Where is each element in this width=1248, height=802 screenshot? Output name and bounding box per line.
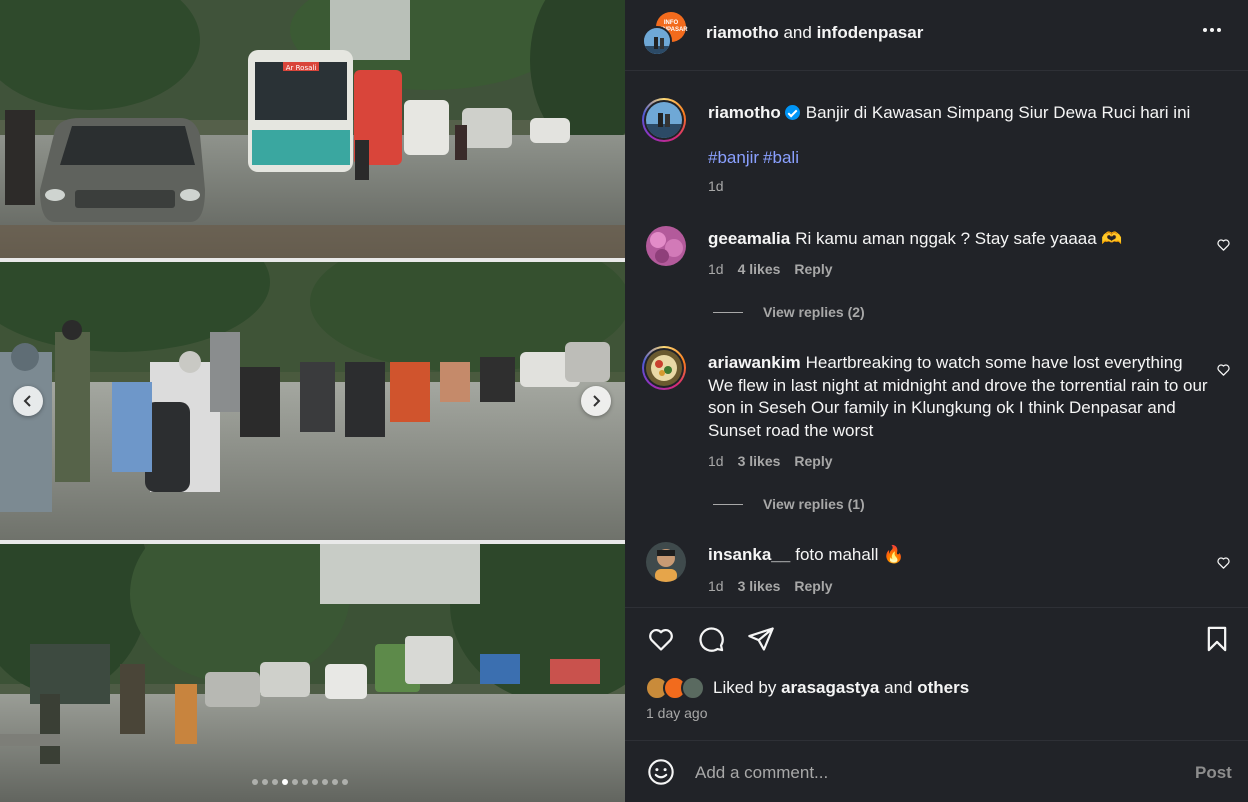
comment-time: 1d xyxy=(708,261,724,277)
flood-photo-2 xyxy=(0,262,625,540)
view-replies-label: View replies (1) xyxy=(763,496,865,512)
comment-meta: 1d 3 likes Reply xyxy=(708,578,833,594)
commenter-avatar[interactable] xyxy=(642,346,686,390)
share-icon[interactable] xyxy=(747,625,775,653)
comment-time: 1d xyxy=(708,453,724,469)
comment-likes-count[interactable]: 4 likes xyxy=(738,261,781,277)
comment-text: geeamalia Ri kamu aman nggak ? Stay safe … xyxy=(708,228,1208,251)
liked-by-text: Liked by arasagastya and others xyxy=(713,678,969,698)
view-replies-label: View replies (2) xyxy=(763,304,865,320)
hashtag-link[interactable]: #bali xyxy=(763,148,799,167)
comment-username[interactable]: geeamalia xyxy=(708,229,790,248)
flood-photo-3 xyxy=(0,544,625,802)
carousel-dot[interactable] xyxy=(272,779,278,785)
view-replies-button[interactable]: View replies (1) xyxy=(713,496,865,512)
view-replies-button[interactable]: View replies (2) xyxy=(713,304,865,320)
comment-reply-button[interactable]: Reply xyxy=(794,261,832,277)
chevron-left-icon xyxy=(23,395,31,407)
post-header: INFO DENPASAR riamotho and infodenpasar xyxy=(625,0,1248,68)
comment-meta: 1d 4 likes Reply xyxy=(708,261,833,277)
post-details-panel: INFO DENPASAR riamotho and infodenpasar xyxy=(625,0,1248,802)
commenter-avatar[interactable] xyxy=(646,226,686,266)
liked-by-prefix: Liked by xyxy=(713,678,777,697)
chevron-right-icon xyxy=(593,395,601,407)
riamotho-avatar[interactable] xyxy=(642,26,672,56)
commenter-avatar[interactable] xyxy=(646,542,686,582)
comments-scroll-area[interactable]: riamotho Banjir di Kawasan Simpang Siur D… xyxy=(625,71,1248,607)
liked-by-username[interactable]: arasagastya xyxy=(781,678,879,697)
comment-meta: 1d 3 likes Reply xyxy=(708,453,833,469)
comment-like-heart-icon[interactable] xyxy=(1216,362,1231,377)
carousel-dot[interactable] xyxy=(292,779,298,785)
carousel-dot[interactable] xyxy=(312,779,318,785)
comment-reply-button[interactable]: Reply xyxy=(794,453,832,469)
post-timestamp[interactable]: 1 day ago xyxy=(646,705,708,721)
carousel-dot[interactable] xyxy=(332,779,338,785)
replies-line xyxy=(713,503,743,505)
avatar xyxy=(681,676,705,700)
caption-text: riamotho Banjir di Kawasan Simpang Siur D… xyxy=(708,102,1208,125)
caption-username[interactable]: riamotho xyxy=(708,103,781,122)
liked-by-row: Liked by arasagastya and others xyxy=(645,676,969,700)
comment-likes-count[interactable]: 3 likes xyxy=(738,453,781,469)
carousel-dot[interactable] xyxy=(302,779,308,785)
comment-username[interactable]: insanka__ xyxy=(708,545,790,564)
author-username-infodenpasar[interactable]: infodenpasar xyxy=(817,23,924,42)
caption-time: 1d xyxy=(708,178,724,194)
hashtag-link[interactable]: #banjir xyxy=(708,148,759,167)
caption-meta: 1d xyxy=(708,178,724,194)
comment-username[interactable]: ariawankim xyxy=(708,353,801,372)
liked-by-avatars[interactable] xyxy=(645,676,711,700)
post-media-carousel[interactable]: Ar Rosali xyxy=(0,0,625,802)
post-authors: riamotho and infodenpasar xyxy=(706,23,923,43)
caption-body: Banjir di Kawasan Simpang Siur Dewa Ruci… xyxy=(805,103,1191,122)
more-horizontal-icon xyxy=(1203,28,1207,32)
comment-time: 1d xyxy=(708,578,724,594)
caption-hashtags: #banjir #bali xyxy=(708,148,803,168)
carousel-next-button[interactable] xyxy=(581,386,611,416)
authors-conjunction: and xyxy=(783,23,812,42)
author-username-riamotho[interactable]: riamotho xyxy=(706,23,779,42)
heart-icon[interactable] xyxy=(647,625,675,653)
actions-divider xyxy=(625,607,1248,608)
replies-line xyxy=(713,311,743,313)
comment-likes-count[interactable]: 3 likes xyxy=(738,578,781,594)
comment-like-heart-icon[interactable] xyxy=(1216,237,1231,252)
carousel-dot[interactable] xyxy=(342,779,348,785)
bus-sign-text: Ar Rosali xyxy=(286,64,317,72)
comment-text: ariawankim Heartbreaking to watch some ha… xyxy=(708,352,1208,442)
more-options-button[interactable] xyxy=(1203,28,1221,32)
more-horizontal-icon xyxy=(1217,28,1221,32)
comment-like-heart-icon[interactable] xyxy=(1216,555,1231,570)
carousel-dot[interactable] xyxy=(282,779,288,785)
collab-avatars[interactable]: INFO DENPASAR xyxy=(642,12,688,56)
caption-avatar[interactable] xyxy=(642,98,686,142)
carousel-dot[interactable] xyxy=(252,779,258,785)
carousel-prev-button[interactable] xyxy=(13,386,43,416)
liked-by-and: and xyxy=(884,678,913,697)
comment-box-divider xyxy=(625,740,1248,741)
flood-photo-1: Ar Rosali xyxy=(0,0,625,258)
bookmark-icon[interactable] xyxy=(1203,625,1231,653)
comment-text: insanka__ foto mahall 🔥 xyxy=(708,544,1208,567)
carousel-dot[interactable] xyxy=(262,779,268,785)
verified-badge-icon xyxy=(784,105,800,120)
post-comment-button[interactable]: Post xyxy=(1195,763,1232,783)
comment-body: Ri kamu aman nggak ? Stay safe yaaaa 🫶 xyxy=(795,229,1123,248)
comment-body: foto mahall 🔥 xyxy=(795,545,905,564)
liked-by-others-link[interactable]: others xyxy=(917,678,969,697)
more-horizontal-icon xyxy=(1210,28,1214,32)
carousel-dot[interactable] xyxy=(322,779,328,785)
emoji-smile-icon[interactable] xyxy=(647,758,675,786)
carousel-pagination-dots xyxy=(252,779,348,785)
comment-icon[interactable] xyxy=(697,625,725,653)
comment-reply-button[interactable]: Reply xyxy=(794,578,832,594)
add-comment-input[interactable] xyxy=(695,760,1175,786)
